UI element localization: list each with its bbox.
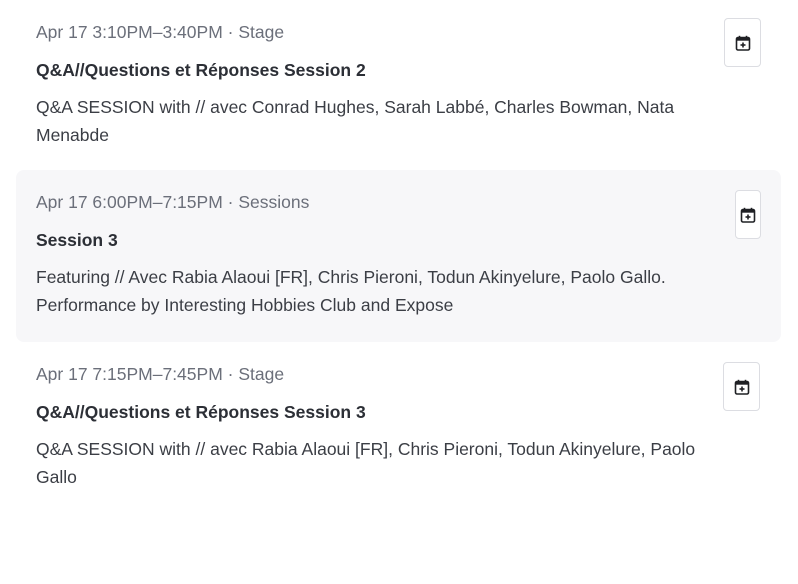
add-to-calendar-button[interactable] — [735, 190, 761, 239]
event-card: Apr 17 3:10PM–3:40PM · Stage Q&A//Questi… — [16, 0, 781, 172]
schedule-list: Apr 17 3:10PM–3:40PM · Stage Q&A//Questi… — [0, 0, 798, 584]
add-to-calendar-button[interactable] — [724, 18, 761, 67]
calendar-add-icon — [740, 207, 756, 223]
calendar-add-icon — [734, 379, 750, 395]
event-card: Apr 17 7:15PM–7:45PM · Stage Q&A//Questi… — [16, 342, 781, 514]
event-time: Apr 17 7:15PM–7:45PM · Stage — [36, 364, 285, 384]
event-time: Apr 17 6:00PM–7:15PM · Sessions — [36, 192, 310, 212]
calendar-add-icon — [735, 35, 751, 51]
event-description: Featuring // Avec Rabia Alaoui [FR], Chr… — [36, 267, 666, 315]
event-description: Q&A SESSION with // avec Rabia Alaoui [F… — [36, 439, 696, 487]
event-description: Q&A SESSION with // avec Conrad Hughes, … — [36, 97, 675, 145]
event-title: Q&A//Questions et Réponses Session 3 — [36, 402, 366, 422]
add-to-calendar-button[interactable] — [723, 362, 760, 411]
event-card: Apr 17 6:00PM–7:15PM · Sessions Session … — [16, 170, 781, 342]
event-title: Session 3 — [36, 230, 118, 250]
event-time: Apr 17 3:10PM–3:40PM · Stage — [36, 22, 285, 42]
event-title: Q&A//Questions et Réponses Session 2 — [36, 60, 366, 80]
